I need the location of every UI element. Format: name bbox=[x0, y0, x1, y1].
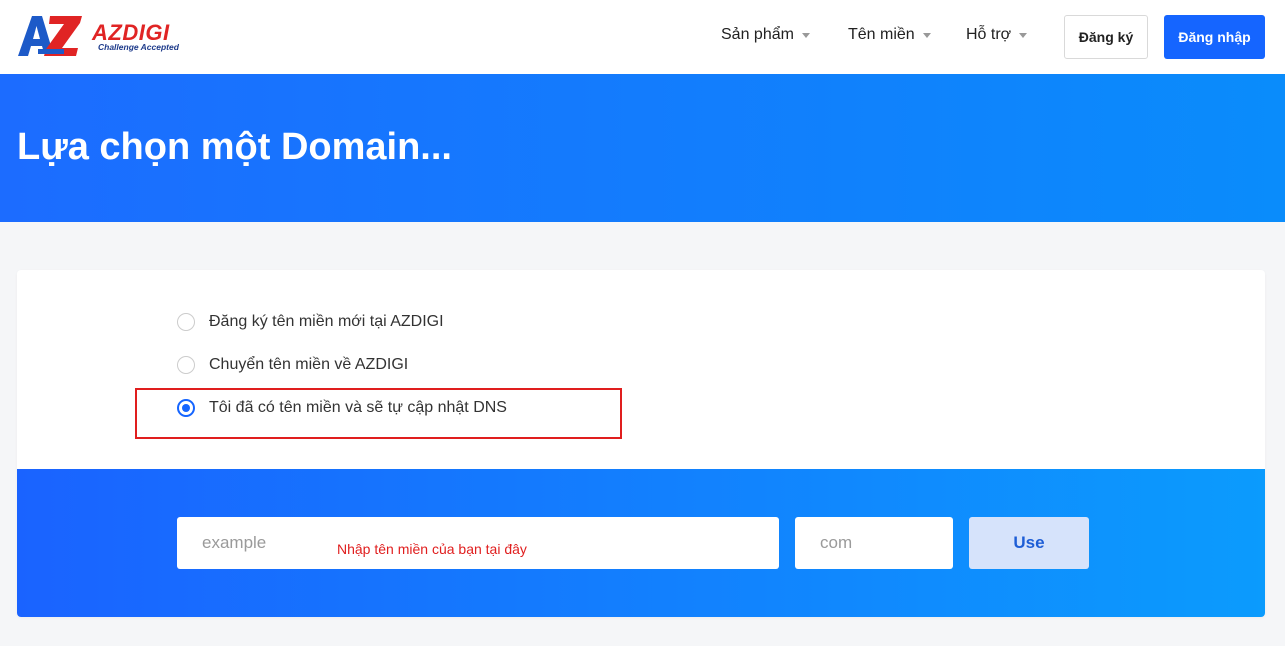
az-logo-mark-icon bbox=[18, 16, 82, 56]
register-button[interactable]: Đăng ký bbox=[1064, 15, 1148, 59]
nav-domains-label: Tên miền bbox=[848, 26, 915, 43]
site-header: AZDIGI Challenge Accepted Sản phẩm Tên m… bbox=[0, 0, 1285, 74]
annotation-text: Nhập tên miền của bạn tại đây bbox=[337, 541, 527, 557]
nav-domains[interactable]: Tên miền bbox=[848, 26, 931, 44]
nav-products-label: Sản phẩm bbox=[721, 26, 794, 43]
page-title: Lựa chọn một Domain... bbox=[17, 126, 452, 168]
nav-products[interactable]: Sản phẩm bbox=[721, 26, 810, 44]
logo-tagline: Challenge Accepted bbox=[98, 42, 179, 52]
annotation-highlight-box bbox=[135, 388, 622, 439]
use-button[interactable]: Use bbox=[969, 517, 1089, 569]
radio-button[interactable] bbox=[177, 356, 195, 374]
option-transfer-domain[interactable]: Chuyển tên miền về AZDIGI bbox=[177, 354, 408, 376]
option-label: Chuyển tên miền về AZDIGI bbox=[209, 356, 409, 373]
caret-down-icon bbox=[922, 32, 931, 38]
nav-support[interactable]: Hỗ trợ bbox=[966, 26, 1028, 44]
option-register-new-domain[interactable]: Đăng ký tên miền mới tại AZDIGI bbox=[177, 311, 444, 333]
tld-input[interactable] bbox=[795, 517, 953, 569]
caret-down-icon bbox=[801, 32, 810, 38]
domain-choice-card: Đăng ký tên miền mới tại AZDIGI Chuyển t… bbox=[17, 270, 1265, 617]
option-label: Đăng ký tên miền mới tại AZDIGI bbox=[209, 313, 444, 330]
azdigi-logo[interactable]: AZDIGI Challenge Accepted bbox=[16, 14, 196, 60]
nav-support-label: Hỗ trợ bbox=[966, 26, 1012, 43]
login-button[interactable]: Đăng nhập bbox=[1164, 15, 1265, 59]
domain-search-band: Nhập tên miền của bạn tại đây Use bbox=[17, 469, 1265, 617]
hero-banner: Lựa chọn một Domain... bbox=[0, 74, 1285, 222]
radio-button[interactable] bbox=[177, 313, 195, 331]
caret-down-icon bbox=[1019, 32, 1028, 38]
